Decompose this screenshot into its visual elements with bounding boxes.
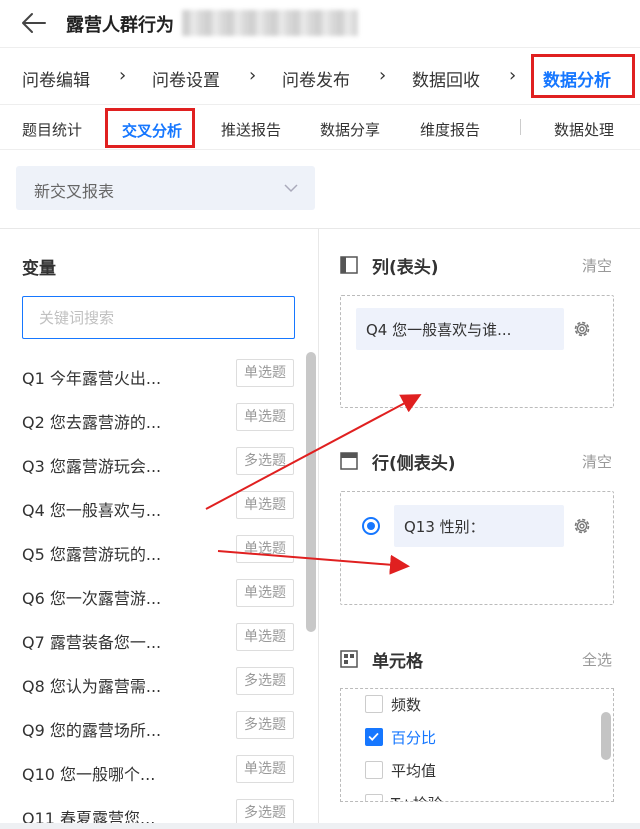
grid-icon: [340, 650, 358, 668]
cell-option-average[interactable]: 平均值: [365, 759, 585, 783]
cell-option-frequency[interactable]: 频数: [365, 693, 585, 717]
question-type-badge: 单选题: [236, 491, 294, 519]
checkbox[interactable]: [365, 695, 383, 713]
step-collect[interactable]: 数据回收: [412, 66, 480, 91]
variable-label: Q9 您的露营场所...: [22, 721, 162, 740]
back-arrow-icon[interactable]: [18, 8, 48, 38]
gear-icon[interactable]: [571, 318, 593, 340]
analysis-tabs: 题目统计 推送报告 数据分享 维度报告 数据处理: [0, 106, 640, 150]
variable-label: Q6 您一次露营游...: [22, 589, 162, 608]
variable-label: Q5 您露营游玩的...: [22, 545, 162, 564]
variable-label: Q1 今年露营火出...: [22, 369, 162, 388]
rows-header: 行(侧表头) 清空: [340, 448, 620, 476]
variable-list: Q1 今年露营火出... 单选题 Q2 您去露营游的... 单选题 Q3 您露营游玩…: [0, 352, 300, 829]
question-type-badge: 单选题: [236, 623, 294, 651]
step-analysis[interactable]: 数据分析: [531, 54, 635, 98]
variables-title: 变量: [22, 259, 56, 279]
list-item[interactable]: Q6 您一次露营游... 单选题: [22, 572, 300, 616]
question-type-badge: 单选题: [236, 535, 294, 563]
column-variable-chip[interactable]: Q4 您一般喜欢与谁...: [356, 308, 564, 350]
tab-data-share[interactable]: 数据分享: [320, 119, 380, 140]
step-analysis-label: 数据分析: [543, 71, 611, 91]
tab-data-processing[interactable]: 数据处理: [554, 119, 614, 140]
list-item[interactable]: Q3 您露营游玩会... 多选题: [22, 440, 300, 484]
cell-options-box: 频数 百分比 平均值 T+检验: [340, 688, 614, 802]
column-layout-icon: [340, 256, 358, 274]
variable-label: Q4 您一般喜欢与...: [22, 501, 162, 520]
cell-option-label: 频数: [391, 696, 422, 714]
tab-cross-analysis-label: 交叉分析: [122, 122, 183, 140]
list-item[interactable]: Q4 您一般喜欢与... 单选题: [22, 484, 300, 528]
question-type-badge: 单选题: [236, 403, 294, 431]
checkbox[interactable]: [365, 794, 383, 801]
question-type-badge: 单选题: [236, 359, 294, 387]
variable-label: Q10 您一般哪个...: [22, 765, 156, 784]
tab-divider: [520, 119, 521, 135]
row-variable-label: Q13 性别：: [404, 518, 485, 536]
list-item[interactable]: Q1 今年露营火出... 单选题: [22, 352, 300, 396]
cells-select-all-button[interactable]: 全选: [582, 649, 612, 670]
column-variable-label: Q4 您一般喜欢与谁...: [366, 321, 512, 339]
tab-cross-analysis[interactable]: 交叉分析: [105, 108, 195, 148]
row-layout-icon: [340, 452, 358, 470]
checkbox-checked[interactable]: [365, 728, 383, 746]
tab-dimension-report[interactable]: 维度报告: [420, 119, 480, 140]
keyword-search-input[interactable]: [22, 296, 295, 339]
gear-icon[interactable]: [571, 515, 593, 537]
question-type-badge: 多选题: [236, 667, 294, 695]
list-item[interactable]: Q9 您的露营场所... 多选题: [22, 704, 300, 748]
chevron-right-icon: ›: [249, 65, 257, 86]
redacted-title-blur: [182, 10, 358, 36]
list-item[interactable]: Q8 您认为露营需... 多选题: [22, 660, 300, 704]
list-item[interactable]: Q7 露营装备您一... 单选题: [22, 616, 300, 660]
cell-option-t-test[interactable]: T+检验: [365, 792, 585, 801]
cell-option-label: 平均值: [391, 762, 437, 780]
page-title: 露营人群行为: [66, 15, 174, 36]
list-item[interactable]: Q10 您一般哪个... 单选题: [22, 748, 300, 792]
rows-label: 行(侧表头): [372, 454, 456, 474]
cell-option-label: T+检验: [391, 793, 443, 801]
question-type-badge: 多选题: [236, 447, 294, 475]
section-divider: [0, 228, 640, 229]
rows-clear-button[interactable]: 清空: [582, 451, 612, 472]
bottom-bar: [0, 823, 640, 829]
list-item[interactable]: Q2 您去露营游的... 单选题: [22, 396, 300, 440]
columns-label: 列(表头): [372, 258, 439, 278]
chevron-down-icon: [284, 184, 298, 193]
row-variable-chip[interactable]: Q13 性别：: [394, 505, 564, 547]
question-type-badge: 单选题: [236, 755, 294, 783]
variable-label: Q7 露营装备您一...: [22, 633, 162, 652]
app-header: 露营人群行为: [0, 0, 640, 48]
list-item[interactable]: Q5 您露营游玩的... 单选题: [22, 528, 300, 572]
cells-header: 单元格 全选: [340, 646, 620, 674]
columns-header: 列(表头) 清空: [340, 252, 620, 280]
checkmark-icon: [368, 732, 379, 741]
chevron-right-icon: ›: [119, 65, 127, 86]
step-publish[interactable]: 问卷发布: [282, 66, 350, 91]
column-divider: [318, 228, 319, 829]
step-edit[interactable]: 问卷编辑: [22, 66, 90, 91]
variable-label: Q3 您露营游玩会...: [22, 457, 162, 476]
columns-clear-button[interactable]: 清空: [582, 255, 612, 276]
variable-list-scrollbar[interactable]: [306, 352, 316, 632]
cells-label: 单元格: [372, 652, 423, 672]
cell-option-label: 百分比: [391, 729, 437, 747]
report-select[interactable]: 新交叉报表: [16, 166, 315, 210]
tab-question-stats[interactable]: 题目统计: [22, 119, 82, 140]
variable-label: Q8 您认为露营需...: [22, 677, 162, 696]
cell-options-scrollbar[interactable]: [601, 712, 611, 760]
step-settings[interactable]: 问卷设置: [152, 66, 220, 91]
question-type-badge: 多选题: [236, 711, 294, 739]
variable-label: Q2 您去露营游的...: [22, 413, 162, 432]
report-select-value: 新交叉报表: [34, 182, 115, 201]
chevron-right-icon: ›: [379, 65, 387, 86]
tab-push-report[interactable]: 推送报告: [221, 119, 281, 140]
chevron-right-icon: ›: [509, 65, 517, 86]
question-type-badge: 单选题: [236, 579, 294, 607]
cell-option-percentage[interactable]: 百分比: [365, 726, 585, 750]
row-radio-selected[interactable]: [362, 517, 380, 535]
checkbox[interactable]: [365, 761, 383, 779]
